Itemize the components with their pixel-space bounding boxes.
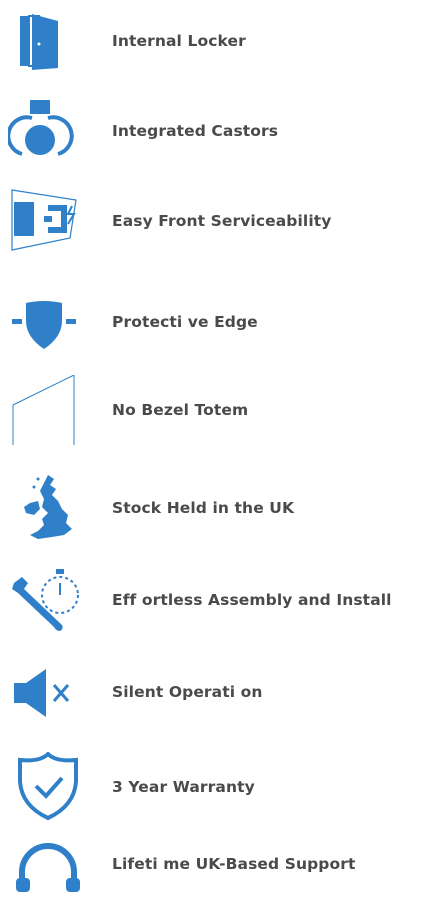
feature-label: Easy Front Serviceability — [112, 212, 332, 230]
feature-label: Stock Held in the UK — [112, 499, 295, 517]
feature-protective-edge: Protecti ve Edge — [0, 287, 443, 357]
feature-label: Internal Locker — [112, 32, 246, 50]
front-panel-icon — [8, 186, 88, 256]
feature-label: Silent Operati on — [112, 683, 263, 701]
shield-edge-icon — [8, 287, 88, 357]
feature-label: 3 Year Warranty — [112, 778, 255, 796]
speaker-mute-icon — [8, 657, 88, 727]
feature-3-year-warranty: 3 Year Warranty — [0, 752, 443, 822]
feature-front-serviceability: Easy Front Serviceability — [0, 186, 443, 256]
feature-label: Lifeti me UK-Based Support — [112, 855, 356, 873]
feature-integrated-castors: Integrated Castors — [0, 96, 443, 166]
feature-label: Integrated Castors — [112, 122, 279, 140]
feature-effortless-assembly: Eff ortless Assembly and Install — [0, 565, 443, 635]
feature-internal-locker: Internal Locker — [0, 6, 443, 76]
castor-wheel-icon — [8, 96, 88, 166]
door-icon — [8, 6, 88, 76]
feature-silent-operation: Silent Operati on — [0, 657, 443, 727]
feature-label: Eff ortless Assembly and Install — [112, 591, 392, 609]
feature-label: Protecti ve Edge — [112, 313, 258, 331]
feature-label: No Bezel Totem — [112, 401, 249, 419]
feature-uk-support: Lifeti me UK-Based Support — [0, 822, 443, 892]
wrench-stopwatch-icon — [8, 565, 88, 635]
bezel-screen-icon — [8, 375, 88, 445]
shield-check-icon — [8, 752, 88, 822]
feature-stock-uk: Stock Held in the UK — [0, 473, 443, 543]
feature-no-bezel-totem: No Bezel Totem — [0, 375, 443, 445]
headset-icon — [8, 822, 88, 892]
uk-map-icon — [8, 473, 88, 543]
